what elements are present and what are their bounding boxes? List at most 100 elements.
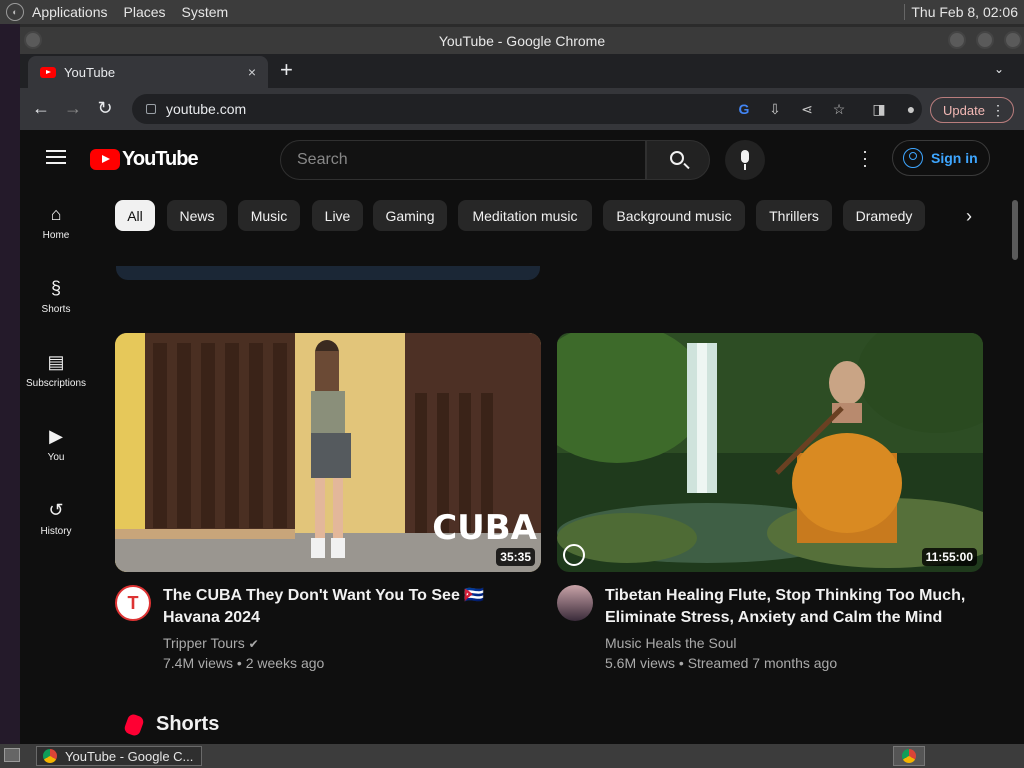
chip-gaming[interactable]: Gaming: [373, 200, 447, 231]
youtube-play-logo-icon: [90, 149, 120, 170]
browser-window: YouTube - Google Chrome YouTube × + ⌄ ← …: [20, 27, 1024, 744]
shorts-icon: §: [50, 278, 61, 298]
video-title[interactable]: The CUBA They Don't Want You To See 🇨🇺 H…: [163, 585, 533, 629]
verified-badge-icon: ✔: [248, 637, 259, 651]
window-titlebar[interactable]: YouTube - Google Chrome: [20, 27, 1024, 54]
profile-icon[interactable]: ●: [902, 100, 920, 118]
chip-meditation-music[interactable]: Meditation music: [458, 200, 592, 231]
taskbar-item-chrome[interactable]: YouTube - Google C...: [36, 746, 202, 766]
sidebar-item-label: You: [47, 452, 65, 463]
chip-music[interactable]: Music: [238, 200, 300, 231]
youtube-favicon-icon: [40, 66, 56, 78]
guide-menu-icon[interactable]: [46, 150, 66, 164]
channel-avatar-music-heals-the-soul[interactable]: [557, 585, 593, 621]
search-button[interactable]: [646, 140, 710, 180]
share-icon[interactable]: ⋖: [798, 100, 816, 118]
menu-system[interactable]: System: [182, 4, 229, 20]
channel-name[interactable]: Tripper Tours ✔: [163, 635, 259, 651]
you-icon: ▶: [49, 426, 63, 446]
search-input[interactable]: Search: [280, 140, 646, 180]
chip-thrillers[interactable]: Thrillers: [756, 200, 832, 231]
sidebar-item-you[interactable]: ▶ You: [20, 408, 92, 476]
sign-in-label: Sign in: [931, 150, 978, 166]
sidebar-item-shorts[interactable]: § Shorts: [20, 260, 92, 328]
video-metadata: 7.4M views • 2 weeks ago: [163, 655, 325, 671]
browser-toolbar: ← → ↻ youtube.com G ⇩ ⋖ ☆ ◨ ● Update ⋮: [20, 88, 1024, 130]
window-menu-icon[interactable]: [24, 31, 42, 49]
history-icon: ↺: [48, 500, 64, 520]
lock-icon[interactable]: [146, 104, 156, 114]
url-text[interactable]: youtube.com: [166, 101, 246, 117]
chip-live[interactable]: Live: [312, 200, 363, 231]
settings-more-icon[interactable]: · · ·: [860, 142, 870, 174]
previous-row-thumbnail-edge: [116, 266, 540, 280]
sidebar-item-home[interactable]: ⌂ Home: [20, 186, 92, 254]
thumbnail-image-monk-waterfall: [557, 333, 983, 572]
youtube-page: YouTube Search · · · Sign in ⌂ Home § Shor…: [20, 130, 1024, 744]
desktop-background: [0, 24, 20, 744]
youtube-logo[interactable]: YouTube: [90, 148, 199, 171]
install-app-icon[interactable]: ⇩: [766, 100, 784, 118]
window-title: YouTube - Google Chrome: [438, 32, 606, 49]
video-metadata: 5.6M views • Streamed 7 months ago: [605, 655, 838, 671]
google-lens-icon[interactable]: G: [735, 100, 753, 118]
menu-places[interactable]: Places: [124, 4, 166, 20]
page-scrollbar[interactable]: [1012, 200, 1018, 260]
forward-icon[interactable]: →: [62, 98, 84, 119]
desktop-top-panel: ◐ Applications Places System Thu Feb 8, …: [0, 0, 1024, 24]
close-window-icon[interactable]: [1004, 31, 1022, 49]
reload-icon[interactable]: ↻: [94, 98, 116, 119]
channel-watermark-icon: [563, 544, 585, 566]
chrome-icon: [43, 749, 57, 763]
shorts-shelf-header: Shorts: [123, 712, 220, 737]
sidebar-item-label: Subscriptions: [25, 378, 87, 389]
sign-in-button[interactable]: Sign in: [892, 140, 990, 176]
video-thumbnail[interactable]: 11:55:00: [557, 333, 983, 572]
tab-close-icon[interactable]: ×: [248, 64, 256, 80]
video-thumbnail[interactable]: CUBA 35:35: [115, 333, 541, 572]
video-title[interactable]: Tibetan Healing Flute, Stop Thinking Too…: [605, 585, 975, 629]
tab-youtube[interactable]: YouTube ×: [28, 56, 268, 88]
video-duration: 11:55:00: [921, 548, 977, 566]
distro-logo-icon[interactable]: ◐: [6, 3, 24, 21]
sidebar-item-subscriptions[interactable]: ▤ Subscriptions: [20, 334, 92, 402]
sidebar-item-label: History: [40, 526, 72, 537]
minimize-icon[interactable]: [948, 31, 966, 49]
show-desktop-icon[interactable]: [4, 748, 20, 762]
video-card-cuba[interactable]: CUBA 35:35 T The CUBA They Don't Want Yo…: [115, 333, 541, 671]
tab-strip: YouTube × + ⌄: [20, 54, 1024, 88]
workspace-switcher[interactable]: [893, 746, 925, 766]
maximize-icon[interactable]: [976, 31, 994, 49]
new-tab-button[interactable]: +: [280, 58, 293, 82]
chip-background-music[interactable]: Background music: [603, 200, 745, 231]
tab-search-icon[interactable]: ⌄: [994, 62, 1004, 76]
sidebar-item-label: Home: [42, 230, 70, 241]
browser-menu-icon[interactable]: ⋮: [991, 102, 1005, 119]
tripper-tours-logo-icon: T: [127, 593, 139, 613]
chip-news[interactable]: News: [167, 200, 227, 231]
sidebar-item-label: Shorts: [41, 304, 71, 315]
video-card-tibetan-flute[interactable]: 11:55:00 Tibetan Healing Flute, Stop Thi…: [557, 333, 983, 671]
chevron-right-icon[interactable]: ›: [966, 206, 972, 227]
video-duration: 35:35: [496, 548, 535, 566]
channel-avatar-tripper-tours[interactable]: T: [115, 585, 151, 621]
youtube-logo-text: YouTube: [122, 148, 199, 170]
menu-applications[interactable]: Applications: [32, 4, 108, 20]
back-icon[interactable]: ←: [30, 98, 52, 119]
microphone-icon: [741, 150, 749, 163]
bookmark-star-icon[interactable]: ☆: [830, 100, 848, 118]
search-icon: [670, 151, 684, 165]
side-panel-icon[interactable]: ◨: [870, 100, 888, 118]
channel-name[interactable]: Music Heals the Soul: [605, 635, 737, 651]
clock[interactable]: Thu Feb 8, 02:06: [904, 4, 1018, 20]
shorts-logo-icon: [123, 712, 145, 737]
update-button[interactable]: Update ⋮: [930, 97, 1014, 123]
taskbar-item-label: YouTube - Google C...: [65, 748, 194, 764]
shorts-heading: Shorts: [156, 713, 220, 735]
voice-search-button[interactable]: [725, 140, 765, 180]
sidebar-item-history[interactable]: ↺ History: [20, 482, 92, 550]
thumbnail-overlay-text: CUBA: [432, 508, 537, 548]
chip-dramedy[interactable]: Dramedy: [843, 200, 925, 231]
chip-all[interactable]: All: [115, 200, 155, 231]
desktop-taskbar: YouTube - Google C...: [0, 744, 1024, 768]
